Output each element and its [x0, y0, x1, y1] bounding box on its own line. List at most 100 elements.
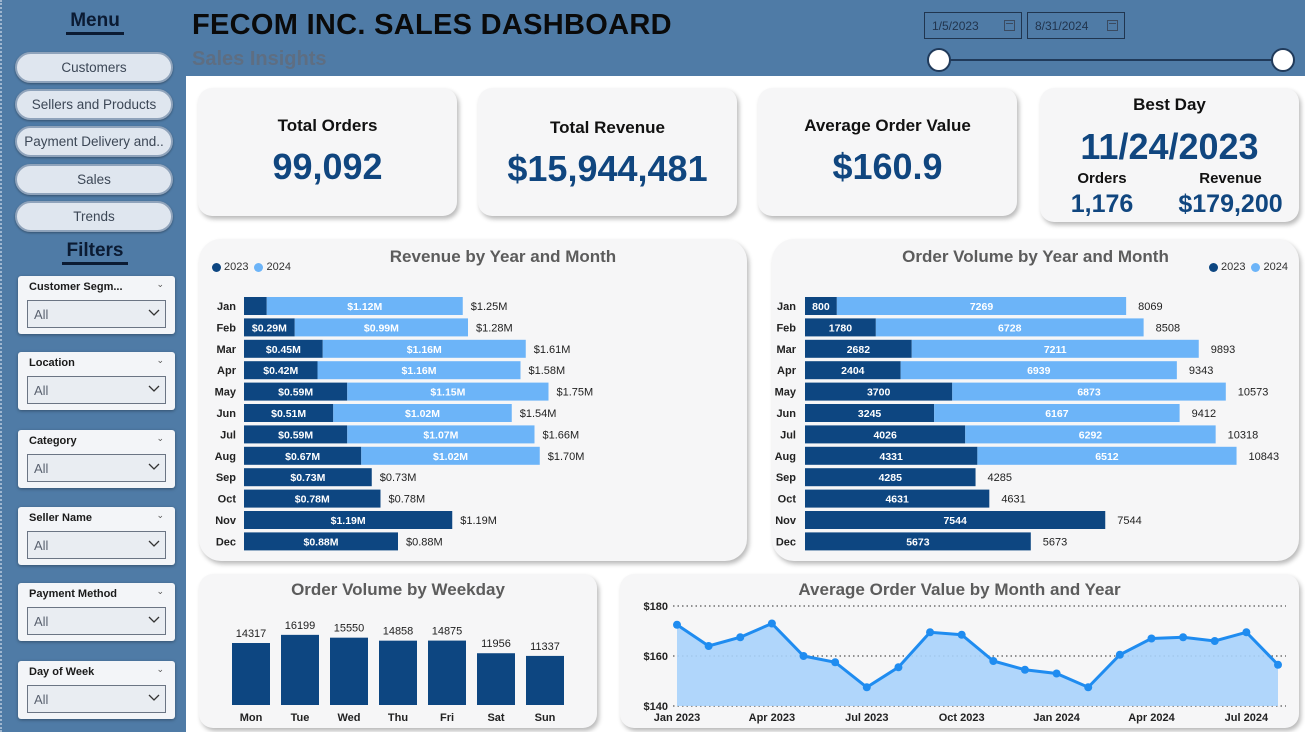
best-day-revenue-label: Revenue	[1199, 170, 1262, 187]
chevron-down-icon	[148, 463, 160, 470]
chevron-up-icon[interactable]: ⌄	[156, 664, 164, 675]
filters-heading: Filters	[2, 240, 188, 265]
menu-button-sales[interactable]: Sales	[15, 164, 173, 195]
avg-order-value-chart: $180$160$140Jan 2023 Apr 2023 Jul 2023 Oct …	[644, 601, 1286, 724]
chevron-up-icon[interactable]: ⌄	[156, 510, 164, 521]
month-label: Nov	[215, 515, 237, 527]
kpi-label: Total Orders	[277, 116, 378, 135]
total-label: $1.25M	[471, 301, 508, 313]
bar-label-2023: 4331	[880, 451, 904, 463]
kpi-value: $15,944,481	[507, 148, 708, 189]
date-range-slider-track[interactable]	[938, 59, 1284, 61]
month-label: Oct	[218, 494, 237, 506]
weekday-value-label: 11956	[481, 638, 511, 650]
weekday-bar	[232, 643, 270, 705]
kpi-card-total-revenue: Total Revenue $15,944,481	[478, 88, 737, 216]
chevron-up-icon[interactable]: ⌄	[156, 586, 164, 597]
total-label: $0.88M	[406, 536, 443, 548]
calendar-icon[interactable]	[1107, 20, 1118, 31]
kpi-card-total-orders: Total Orders 99,092	[198, 88, 457, 216]
total-label: $1.75M	[557, 387, 594, 399]
weekday-label: Wed	[337, 712, 360, 724]
bar-label-2024: 6167	[1045, 408, 1069, 420]
bar-label-2023: $0.88M	[303, 536, 338, 548]
y-tick-label: $160	[644, 651, 668, 663]
month-label: Aug	[215, 451, 236, 463]
data-point	[673, 620, 681, 629]
bar-label-2023: 3700	[867, 387, 891, 399]
weekday-bar	[330, 637, 368, 705]
bar-label-2023: 2682	[847, 344, 871, 356]
bar-2023	[244, 297, 267, 315]
sidebar: Menu Customers Sellers and Products Paym…	[0, 0, 186, 732]
month-label: Jul	[780, 429, 796, 441]
weekday-value-label: 14875	[432, 626, 463, 638]
data-point	[1052, 669, 1061, 678]
kpi-value: $160.9	[832, 146, 943, 187]
bar-label-2024: $0.99M	[364, 322, 399, 334]
chevron-up-icon[interactable]: ⌄	[156, 279, 164, 290]
weekday-label: Sat	[487, 712, 504, 724]
weekday-value-label: 14317	[236, 628, 267, 640]
start-date-input[interactable]: 1/5/2023	[924, 12, 1022, 39]
filter-label: Location	[29, 357, 75, 369]
data-point	[767, 619, 776, 628]
month-label: Jan	[777, 301, 796, 313]
data-point	[1147, 634, 1156, 643]
order-volume-by-month-card: Order Volume by Year and Month 2023 2024…	[772, 239, 1299, 561]
bar-label-2023: $0.59M	[278, 429, 313, 441]
bar-label-2024: 6873	[1077, 387, 1101, 399]
filter-label: Customer Segm...	[29, 281, 123, 293]
payment-method-dropdown[interactable]: All	[27, 607, 166, 635]
month-label: Dec	[776, 536, 796, 548]
bar-label-2023: 1780	[829, 322, 853, 334]
calendar-icon[interactable]	[1004, 20, 1015, 31]
data-point	[799, 652, 808, 660]
month-label: Jun	[216, 408, 236, 420]
y-tick-label: $180	[644, 601, 668, 613]
bar-label-2023: 3245	[858, 408, 882, 420]
menu-button-customers[interactable]: Customers	[15, 52, 173, 83]
menu-heading: Menu	[2, 10, 188, 35]
date-range-start-handle[interactable]	[927, 48, 951, 72]
customer-segment-dropdown[interactable]: All	[27, 300, 166, 328]
bar-label-2024: $1.12M	[347, 301, 382, 313]
bar-label-2023: $0.45M	[266, 344, 301, 356]
kpi-label: Average Order Value	[804, 116, 971, 135]
data-point	[736, 633, 745, 642]
location-dropdown[interactable]: All	[27, 376, 166, 404]
total-label: $1.19M	[460, 515, 497, 527]
month-label: Dec	[216, 536, 236, 548]
category-dropdown[interactable]: All	[27, 454, 166, 482]
data-point	[1115, 650, 1124, 659]
data-point	[1179, 633, 1188, 642]
total-label: 10843	[1249, 451, 1280, 463]
end-date-input[interactable]: 8/31/2024	[1027, 12, 1125, 39]
total-label: 8508	[1156, 322, 1180, 334]
x-tick-label: Jul 2024	[1225, 712, 1269, 724]
menu-button-sellers-and-products[interactable]: Sellers and Products	[15, 89, 173, 120]
menu-button-payment-delivery[interactable]: Payment Delivery and..	[15, 126, 173, 157]
seller-name-dropdown[interactable]: All	[27, 531, 166, 559]
date-range-end-handle[interactable]	[1271, 48, 1295, 72]
chevron-down-icon	[148, 540, 160, 547]
bar-label-2024: 7269	[970, 301, 994, 313]
revenue-chart: Jan $1.12M $1.25M Feb $0.29M $0.99M $1.28M Mar $…	[215, 297, 594, 551]
weekday-bar	[281, 634, 319, 705]
bar-label-2024: $1.15M	[430, 387, 465, 399]
chevron-down-icon	[148, 694, 160, 701]
data-point	[862, 683, 871, 692]
total-label: $1.58M	[529, 365, 566, 377]
bar-label-2023: 4631	[885, 494, 909, 506]
menu-button-trends[interactable]: Trends	[15, 201, 173, 232]
total-label: 9343	[1189, 365, 1213, 377]
total-label: $1.70M	[548, 451, 585, 463]
chevron-up-icon[interactable]: ⌄	[156, 355, 164, 366]
total-label: 9893	[1211, 344, 1235, 356]
chevron-up-icon[interactable]: ⌄	[156, 433, 164, 444]
total-label: 9412	[1192, 408, 1216, 420]
bar-label-2024: 6728	[998, 322, 1022, 334]
best-day-revenue-value: $179,200	[1178, 190, 1283, 218]
bar-label-2023: 5673	[906, 536, 930, 548]
day-of-week-dropdown[interactable]: All	[27, 685, 166, 713]
